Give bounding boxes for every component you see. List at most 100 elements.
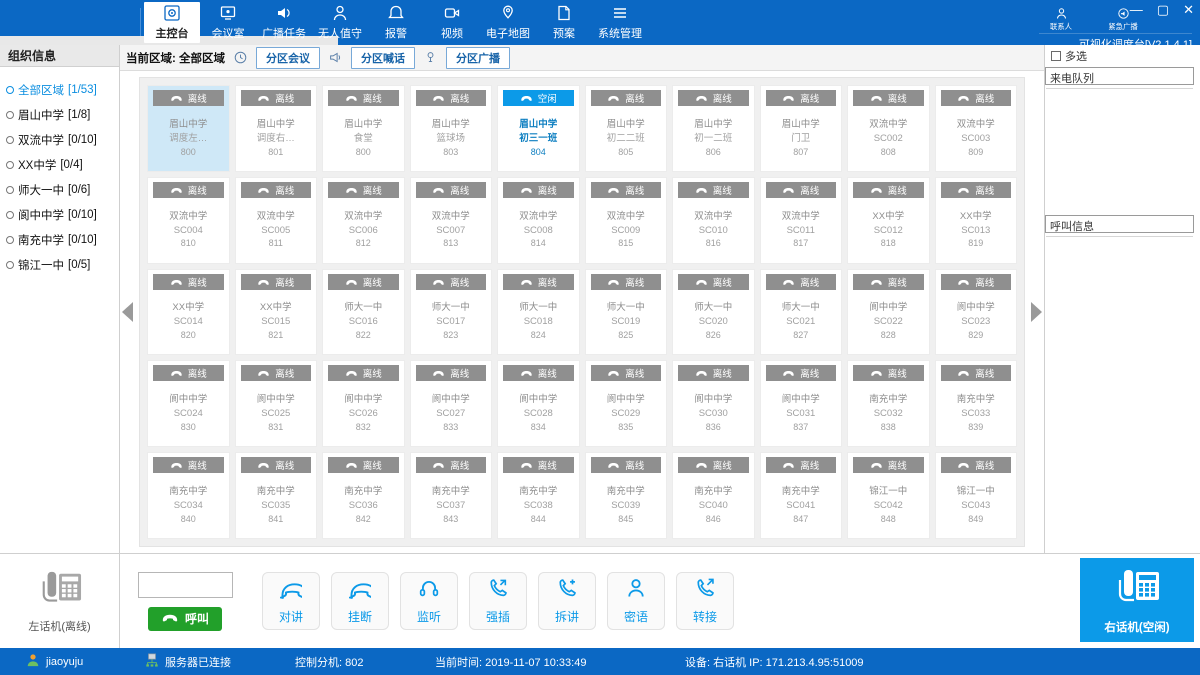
terminal-card[interactable]: 离线 阆中中学 SC022 828: [847, 268, 930, 356]
terminal-card[interactable]: 离线 师大一中 SC021 827: [759, 268, 842, 356]
terminal-card[interactable]: 离线 阆中中学 SC024 830: [147, 360, 230, 448]
terminal-card[interactable]: 离线 眉山中学 调度左… 800: [147, 85, 230, 172]
close-icon[interactable]: ✕: [1183, 3, 1194, 16]
terminal-card[interactable]: 离线 双流中学 SC011 817: [759, 176, 842, 264]
left-phone-panel[interactable]: 左话机(离线): [0, 554, 120, 648]
radio-icon[interactable]: [6, 85, 14, 94]
sidebar-item-6[interactable]: 南充中学 [0/10]: [6, 227, 119, 252]
terminal-card[interactable]: 离线 双流中学 SC008 814: [497, 176, 580, 264]
sidebar-item-5[interactable]: 阆中中学 [0/10]: [6, 202, 119, 227]
terminal-card[interactable]: 离线 南充中学 SC040 846: [672, 452, 755, 539]
prev-page-arrow[interactable]: [122, 302, 133, 322]
terminal-card[interactable]: 离线 南充中学 SC033 839: [934, 360, 1017, 448]
terminal-card[interactable]: 离线 阆中中学 SC027 833: [409, 360, 492, 448]
terminal-card[interactable]: 离线 阆中中学 SC030 836: [672, 360, 755, 448]
terminal-card[interactable]: 离线 眉山中学 初一二班 806: [672, 85, 755, 172]
sidebar-item-3[interactable]: XX中学 [0/4]: [6, 152, 119, 177]
terminal-card[interactable]: 离线 阆中中学 SC023 829: [934, 268, 1017, 356]
next-page-arrow[interactable]: [1031, 302, 1042, 322]
terminal-card[interactable]: 离线 阆中中学 SC029 835: [584, 360, 667, 448]
zone-conference-button[interactable]: 分区会议: [256, 46, 321, 69]
zone-shout-button[interactable]: 分区喊话: [351, 46, 416, 69]
nav-item-6[interactable]: 电子地图: [480, 2, 536, 43]
terminal-card[interactable]: 离线 阆中中学 SC031 837: [759, 360, 842, 448]
control-挂断[interactable]: 挂断: [331, 572, 389, 630]
nav-item-0[interactable]: 主控台: [144, 2, 200, 43]
nav-item-3[interactable]: 无人值守: [312, 2, 368, 43]
incoming-call-queue-box[interactable]: 来电队列: [1045, 67, 1194, 89]
terminal-card[interactable]: 离线 XX中学 SC013 819: [934, 176, 1017, 264]
zone-broadcast-button[interactable]: 分区广播: [446, 46, 511, 69]
call-button[interactable]: 呼叫: [147, 606, 222, 631]
terminal-card[interactable]: 离线 双流中学 SC010 816: [672, 176, 755, 264]
nav-item-5[interactable]: 视频: [424, 2, 480, 43]
nav-item-1[interactable]: 会议室: [200, 2, 256, 43]
right-phone-panel[interactable]: 右话机(空闲): [1080, 558, 1194, 642]
terminal-card[interactable]: 离线 锦江一中 SC042 848: [847, 452, 930, 539]
terminal-card[interactable]: 离线 师大一中 SC018 824: [497, 268, 580, 356]
terminal-card[interactable]: 离线 眉山中学 调度右… 801: [234, 85, 317, 172]
nav-right-item-0[interactable]: 联系人: [1039, 3, 1083, 35]
terminal-card[interactable]: 离线 XX中学 SC012 818: [847, 176, 930, 264]
terminal-card[interactable]: 离线 眉山中学 篮球场 803: [409, 85, 492, 172]
nav-item-4[interactable]: 报警: [368, 2, 424, 43]
terminal-card[interactable]: 离线 南充中学 SC038 844: [497, 452, 580, 539]
multiselect-checkbox[interactable]: [1051, 51, 1061, 61]
terminal-card[interactable]: 离线 眉山中学 食堂 800: [322, 85, 405, 172]
terminal-card[interactable]: 离线 眉山中学 初二二班 805: [584, 85, 667, 172]
terminal-card[interactable]: 离线 双流中学 SC007 813: [409, 176, 492, 264]
terminal-card[interactable]: 空闲 眉山中学 初三一班 804: [497, 85, 580, 172]
sidebar-item-2[interactable]: 双流中学 [0/10]: [6, 127, 119, 152]
terminal-card[interactable]: 离线 师大一中 SC020 826: [672, 268, 755, 356]
terminal-card[interactable]: 离线 双流中学 SC006 812: [322, 176, 405, 264]
nav-item-2[interactable]: 广播任务: [256, 2, 312, 43]
terminal-info: 阆中中学 SC027 833: [411, 381, 492, 446]
terminal-name: SC026: [348, 408, 378, 420]
sidebar-item-1[interactable]: 眉山中学 [1/8]: [6, 102, 119, 127]
minimize-icon[interactable]: —: [1130, 3, 1143, 16]
control-强插[interactable]: 强插: [469, 572, 527, 630]
terminal-card[interactable]: 离线 阆中中学 SC028 834: [497, 360, 580, 448]
sidebar-item-4[interactable]: 师大一中 [0/6]: [6, 177, 119, 202]
control-密语[interactable]: 密语: [607, 572, 665, 630]
terminal-card[interactable]: 离线 眉山中学 门卫 807: [759, 85, 842, 172]
radio-icon[interactable]: [6, 110, 14, 119]
control-对讲[interactable]: 对讲: [262, 572, 320, 630]
terminal-card[interactable]: 离线 南充中学 SC037 843: [409, 452, 492, 539]
terminal-card[interactable]: 离线 双流中学 SC002 808: [847, 85, 930, 172]
dial-input[interactable]: [137, 571, 233, 598]
terminal-card[interactable]: 离线 阆中中学 SC025 831: [234, 360, 317, 448]
terminal-card[interactable]: 离线 双流中学 SC004 810: [147, 176, 230, 264]
control-监听[interactable]: 监听: [400, 572, 458, 630]
sidebar-item-0[interactable]: 全部区域 [1/53]: [6, 77, 119, 102]
terminal-card[interactable]: 离线 南充中学 SC036 842: [322, 452, 405, 539]
terminal-card[interactable]: 离线 师大一中 SC019 825: [584, 268, 667, 356]
radio-icon[interactable]: [6, 235, 14, 244]
radio-icon[interactable]: [6, 160, 14, 169]
sidebar-item-7[interactable]: 锦江一中 [0/5]: [6, 252, 119, 277]
radio-icon[interactable]: [6, 135, 14, 144]
terminal-card[interactable]: 离线 南充中学 SC041 847: [759, 452, 842, 539]
radio-icon[interactable]: [6, 185, 14, 194]
terminal-card[interactable]: 离线 南充中学 SC034 840: [147, 452, 230, 539]
terminal-card[interactable]: 离线 双流中学 SC005 811: [234, 176, 317, 264]
terminal-card[interactable]: 离线 XX中学 SC014 820: [147, 268, 230, 356]
terminal-card[interactable]: 离线 南充中学 SC039 845: [584, 452, 667, 539]
terminal-card[interactable]: 离线 锦江一中 SC043 849: [934, 452, 1017, 539]
radio-icon[interactable]: [6, 210, 14, 219]
terminal-card[interactable]: 离线 阆中中学 SC026 832: [322, 360, 405, 448]
terminal-card[interactable]: 离线 双流中学 SC009 815: [584, 176, 667, 264]
control-拆讲[interactable]: 拆讲: [538, 572, 596, 630]
nav-item-7[interactable]: 预案: [536, 2, 592, 43]
radio-icon[interactable]: [6, 260, 14, 269]
terminal-card[interactable]: 离线 南充中学 SC032 838: [847, 360, 930, 448]
terminal-card[interactable]: 离线 师大一中 SC016 822: [322, 268, 405, 356]
terminal-card[interactable]: 离线 双流中学 SC003 809: [934, 85, 1017, 172]
maximize-icon[interactable]: ▢: [1157, 3, 1169, 16]
terminal-card[interactable]: 离线 师大一中 SC017 823: [409, 268, 492, 356]
terminal-card[interactable]: 离线 南充中学 SC035 841: [234, 452, 317, 539]
control-转接[interactable]: 转接: [676, 572, 734, 630]
call-info-box[interactable]: 呼叫信息: [1045, 215, 1194, 237]
nav-item-8[interactable]: 系统管理: [592, 2, 648, 43]
terminal-card[interactable]: 离线 XX中学 SC015 821: [234, 268, 317, 356]
